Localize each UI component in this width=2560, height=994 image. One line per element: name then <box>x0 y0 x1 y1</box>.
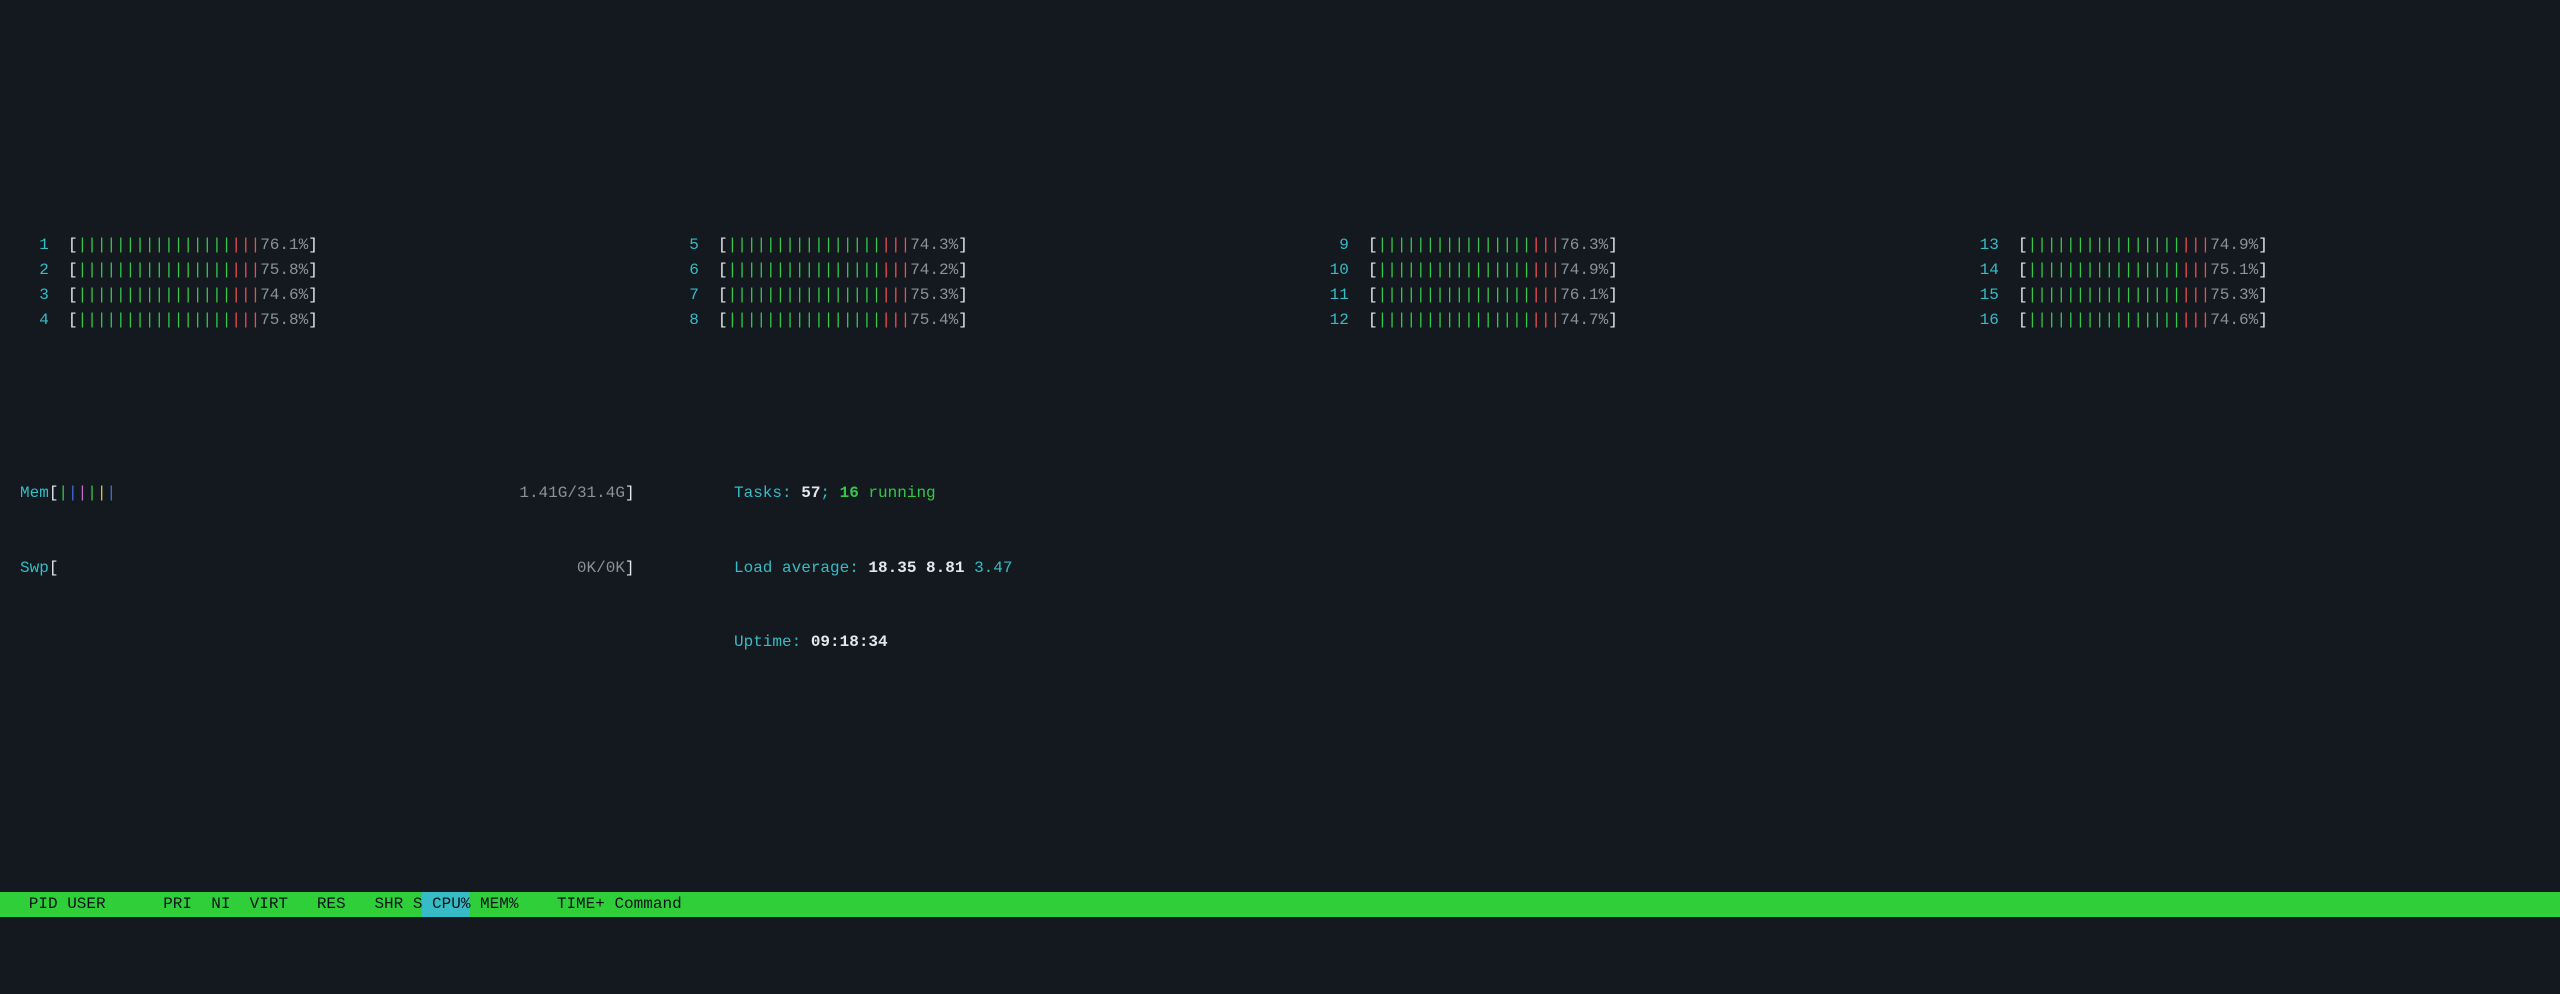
col-s[interactable]: S <box>403 892 422 917</box>
htop-screen: 1 [|||||||||||||||||||76.1%]2 [|||||||||… <box>0 124 2560 994</box>
status-block: Mem[||||||1.41G/31.4G] Swp[0K/0K] Tasks:… <box>20 432 2560 705</box>
cpu-index: 11 <box>1320 283 1349 308</box>
cpu-index: 16 <box>1970 308 1999 333</box>
cpu-percent: 74.9% <box>2210 236 2258 254</box>
cpu-index: 10 <box>1320 258 1349 283</box>
mem-usage: 1.41G/31.4G <box>519 484 625 502</box>
cpu-meter: 6 [|||||||||||||||||||74.2%] <box>670 258 1260 283</box>
cpu-percent: 76.3% <box>1560 236 1608 254</box>
col-ni[interactable]: NI <box>192 892 230 917</box>
cpu-percent: 76.1% <box>260 236 308 254</box>
tasks-total: 57 <box>801 484 820 502</box>
cpu-meter-column: 1 [|||||||||||||||||||76.1%]2 [|||||||||… <box>20 233 610 332</box>
cpu-percent: 76.1% <box>1560 286 1608 304</box>
cpu-meter: 8 [|||||||||||||||||||75.4%] <box>670 308 1260 333</box>
cpu-meter-column: 13 [|||||||||||||||||||74.9%]14 [|||||||… <box>1970 233 2560 332</box>
cpu-meter: 14 [|||||||||||||||||||75.1%] <box>1970 258 2560 283</box>
cpu-index: 15 <box>1970 283 1999 308</box>
col-pri[interactable]: PRI <box>154 892 192 917</box>
cpu-meter: 5 [|||||||||||||||||||74.3%] <box>670 233 1260 258</box>
cpu-meter: 4 [|||||||||||||||||||75.8%] <box>20 308 610 333</box>
cpu-meter: 10 [|||||||||||||||||||74.9%] <box>1320 258 1910 283</box>
cpu-meter: 11 [|||||||||||||||||||76.1%] <box>1320 283 1910 308</box>
cpu-meter-column: 5 [|||||||||||||||||||74.3%]6 [|||||||||… <box>670 233 1260 332</box>
cpu-meter: 13 [|||||||||||||||||||74.9%] <box>1970 233 2560 258</box>
cpu-index: 14 <box>1970 258 1999 283</box>
cpu-meter: 3 [|||||||||||||||||||74.6%] <box>20 283 610 308</box>
cpu-meter-column: 9 [|||||||||||||||||||76.3%]10 [||||||||… <box>1320 233 1910 332</box>
cpu-percent: 74.6% <box>2210 311 2258 329</box>
cpu-index: 6 <box>670 258 699 283</box>
cpu-percent: 74.9% <box>1560 261 1608 279</box>
cpu-index: 9 <box>1320 233 1349 258</box>
col-time[interactable]: TIME+ <box>518 892 604 917</box>
cpu-meter: 16 [|||||||||||||||||||74.6%] <box>1970 308 2560 333</box>
tasks-line: Tasks: 57; 16 running <box>734 481 2560 506</box>
cpu-index: 8 <box>670 308 699 333</box>
cpu-percent: 75.8% <box>260 261 308 279</box>
cpu-meter: 15 [|||||||||||||||||||75.3%] <box>1970 283 2560 308</box>
col-cpu[interactable]: CPU% <box>422 892 470 917</box>
cpu-index: 7 <box>670 283 699 308</box>
col-cmd[interactable]: Command <box>605 892 682 917</box>
cpu-percent: 74.3% <box>910 236 958 254</box>
col-shr[interactable]: SHR <box>346 892 404 917</box>
cpu-percent: 74.6% <box>260 286 308 304</box>
col-res[interactable]: RES <box>288 892 346 917</box>
load-5: 8.81 <box>926 559 964 577</box>
cpu-index: 13 <box>1970 233 1999 258</box>
cpu-percent: 74.7% <box>1560 311 1608 329</box>
swp-usage: 0K/0K <box>577 559 625 577</box>
cpu-index: 4 <box>20 308 49 333</box>
process-header[interactable]: PIDUSERPRINIVIRTRESSHRSCPU%MEM%TIME+Comm… <box>0 892 2560 917</box>
system-status: Tasks: 57; 16 running Load average: 18.3… <box>734 432 2560 705</box>
cpu-percent: 75.1% <box>2210 261 2258 279</box>
col-virt[interactable]: VIRT <box>230 892 288 917</box>
cpu-meter: 12 [|||||||||||||||||||74.7%] <box>1320 308 1910 333</box>
cpu-meters: 1 [|||||||||||||||||||76.1%]2 [|||||||||… <box>20 233 2560 332</box>
mem-swp-block: Mem[||||||1.41G/31.4G] Swp[0K/0K] <box>20 432 734 705</box>
tasks-running: 16 <box>840 484 859 502</box>
col-mem[interactable]: MEM% <box>470 892 518 917</box>
uptime-value: 09:18:34 <box>811 633 888 651</box>
cpu-index: 3 <box>20 283 49 308</box>
cpu-percent: 75.3% <box>910 286 958 304</box>
load-line: Load average: 18.35 8.81 3.47 <box>734 556 2560 581</box>
cpu-meter: 1 [|||||||||||||||||||76.1%] <box>20 233 610 258</box>
cpu-percent: 75.3% <box>2210 286 2258 304</box>
cpu-meter: 2 [|||||||||||||||||||75.8%] <box>20 258 610 283</box>
load-15: 3.47 <box>974 559 1012 577</box>
cpu-index: 12 <box>1320 308 1349 333</box>
swp-meter: Swp[0K/0K] <box>20 556 734 581</box>
cpu-meter: 9 [|||||||||||||||||||76.3%] <box>1320 233 1910 258</box>
load-1: 18.35 <box>868 559 916 577</box>
cpu-index: 5 <box>670 233 699 258</box>
cpu-percent: 74.2% <box>910 261 958 279</box>
cpu-percent: 75.4% <box>910 311 958 329</box>
uptime-line: Uptime: 09:18:34 <box>734 630 2560 655</box>
col-pid[interactable]: PID <box>0 892 58 917</box>
cpu-meter: 7 [|||||||||||||||||||75.3%] <box>670 283 1260 308</box>
cpu-percent: 75.8% <box>260 311 308 329</box>
col-user[interactable]: USER <box>58 892 154 917</box>
cpu-index: 1 <box>20 233 49 258</box>
mem-meter: Mem[||||||1.41G/31.4G] <box>20 481 734 506</box>
cpu-index: 2 <box>20 258 49 283</box>
